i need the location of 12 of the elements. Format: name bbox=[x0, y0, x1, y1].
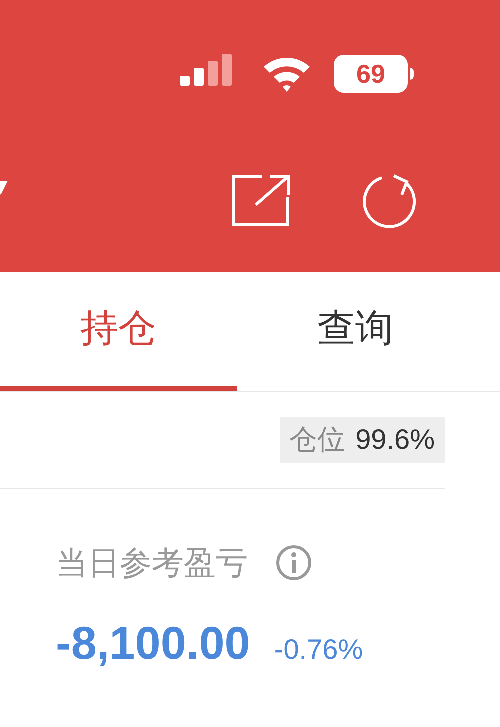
share-icon[interactable] bbox=[232, 174, 292, 226]
pnl-label: 当日参考盈亏 bbox=[56, 544, 248, 583]
pnl-percent: -0.76% bbox=[274, 633, 364, 667]
pnl-amount: -8,100.00 bbox=[56, 616, 250, 671]
tab[interactable]: 持仓 bbox=[0, 272, 237, 391]
badge-value: 99.6% bbox=[356, 423, 435, 457]
info-icon[interactable] bbox=[276, 545, 312, 581]
badge-label: 仓位 bbox=[290, 423, 346, 457]
tab[interactable]: 查询 bbox=[237, 272, 474, 391]
caret-icon[interactable] bbox=[0, 180, 8, 194]
battery-level: 69 bbox=[334, 54, 408, 92]
battery-tip-icon bbox=[410, 68, 414, 80]
